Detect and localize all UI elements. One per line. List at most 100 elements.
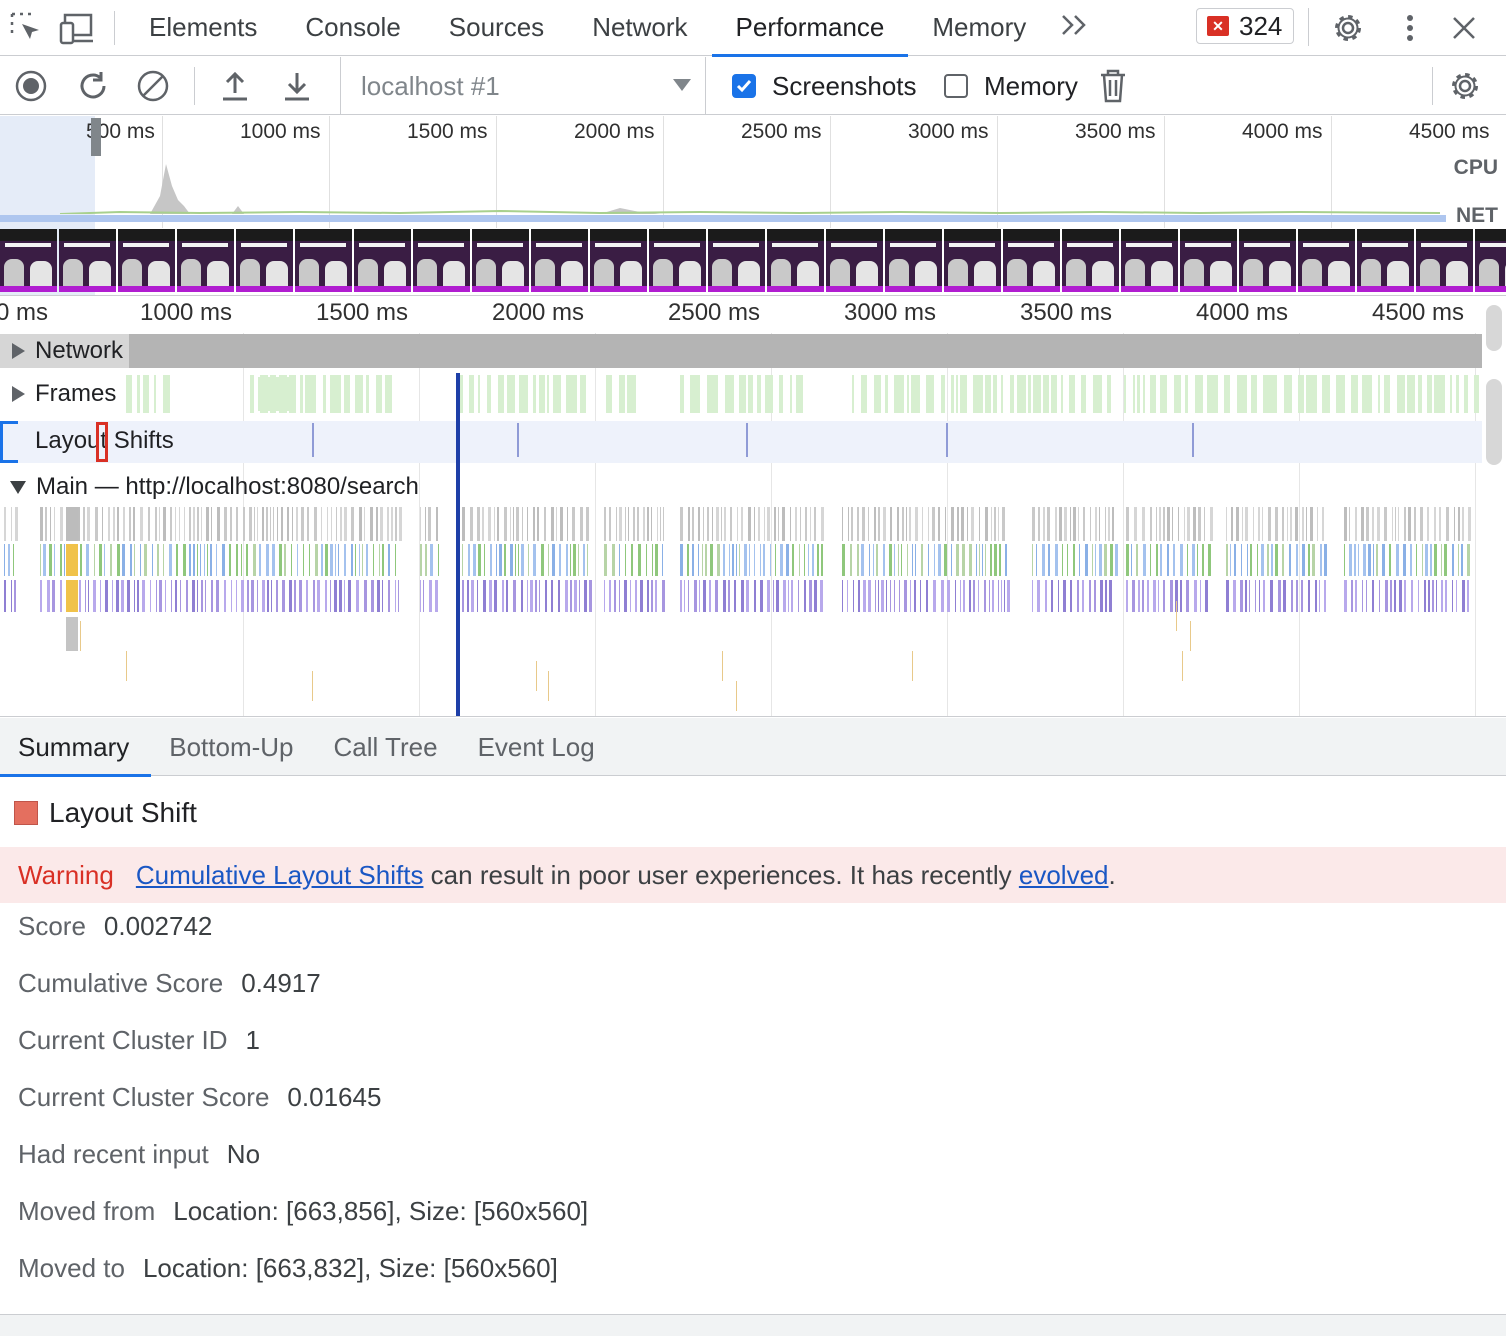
flame-task[interactable] (736, 544, 737, 576)
flame-task[interactable] (348, 580, 351, 612)
frame-block[interactable] (1061, 375, 1063, 413)
flame-task[interactable] (991, 507, 992, 541)
flame-task[interactable] (1349, 544, 1352, 576)
flame-task[interactable] (1462, 580, 1465, 612)
flame-task[interactable] (625, 507, 626, 541)
flame-task[interactable] (43, 544, 46, 576)
frame-block[interactable] (1143, 375, 1145, 413)
flame-task[interactable] (609, 507, 611, 541)
flame-task[interactable] (1105, 580, 1107, 612)
flame-task[interactable] (425, 507, 426, 541)
flame-task[interactable] (715, 580, 718, 612)
flame-task[interactable] (40, 544, 41, 576)
flame-task[interactable] (651, 507, 652, 541)
flame-task[interactable] (388, 580, 390, 612)
screenshot-thumbnail[interactable] (472, 229, 529, 292)
flame-task[interactable] (1067, 544, 1068, 576)
flame-task[interactable] (945, 507, 946, 541)
flame-task[interactable] (477, 580, 478, 612)
flame-task[interactable] (236, 544, 238, 576)
flame-task[interactable] (527, 580, 528, 612)
frame-block[interactable] (874, 375, 881, 413)
flame-task[interactable] (85, 580, 86, 612)
flame-task[interactable] (344, 580, 345, 612)
flame-task[interactable] (462, 580, 464, 612)
flame-task[interactable] (853, 580, 854, 612)
flame-task[interactable] (236, 580, 237, 612)
flame-task[interactable] (470, 507, 473, 541)
frame-block[interactable] (1001, 375, 1003, 413)
flame-task[interactable] (1355, 507, 1357, 541)
flame-task[interactable] (243, 507, 245, 541)
flame-task[interactable] (1287, 507, 1288, 541)
layout-shift-marker[interactable] (312, 423, 314, 457)
flame-task[interactable] (488, 507, 491, 541)
flame-task[interactable] (1240, 580, 1243, 612)
flame-task[interactable] (782, 507, 785, 541)
flame-task[interactable] (951, 507, 954, 541)
flame-task[interactable] (957, 507, 959, 541)
flame-task[interactable] (224, 580, 226, 612)
flame-task[interactable] (894, 544, 895, 576)
flame-task[interactable] (1094, 580, 1096, 612)
flame-task[interactable] (1291, 580, 1293, 612)
flame-task[interactable] (920, 580, 921, 612)
flame-task[interactable] (770, 544, 771, 576)
flame-task[interactable] (1202, 544, 1204, 576)
screenshots-checkbox[interactable]: Screenshots (732, 57, 917, 115)
flame-task[interactable] (1142, 580, 1144, 612)
flame-task[interactable] (127, 580, 130, 612)
tab-sources[interactable]: Sources (425, 0, 568, 56)
flame-task[interactable] (1372, 507, 1374, 541)
frame-block[interactable] (941, 375, 945, 413)
flame-task[interactable] (64, 544, 65, 576)
frame-block[interactable] (960, 375, 967, 413)
flame-task[interactable] (40, 580, 42, 612)
flame-task[interactable] (710, 544, 713, 576)
flame-task[interactable] (1055, 507, 1057, 541)
frame-block[interactable] (289, 375, 296, 413)
screenshot-thumbnail[interactable] (1180, 229, 1237, 292)
flame-task[interactable] (567, 507, 568, 541)
flame-task[interactable] (216, 544, 217, 576)
flame-task[interactable] (1142, 507, 1145, 541)
flame-task[interactable] (88, 580, 89, 612)
flame-task[interactable] (518, 544, 519, 576)
flame-task[interactable] (712, 507, 713, 541)
tab-console[interactable]: Console (281, 0, 424, 56)
flame-task[interactable] (1398, 507, 1399, 541)
flame-task[interactable] (1110, 544, 1113, 576)
flame-task[interactable] (944, 544, 947, 576)
frame-block[interactable] (1450, 375, 1452, 413)
flame-task[interactable] (271, 580, 272, 612)
frame-block[interactable] (330, 375, 341, 413)
frame-block[interactable] (1185, 375, 1188, 413)
flame-task[interactable] (52, 580, 55, 612)
flame-task[interactable] (47, 580, 50, 612)
flame-task[interactable] (489, 580, 492, 612)
flame-task[interactable] (1385, 580, 1388, 612)
flame-task[interactable] (513, 507, 514, 541)
flame-task[interactable] (184, 507, 185, 541)
frame-block[interactable] (366, 375, 369, 413)
tab-network[interactable]: Network (568, 0, 711, 56)
flame-task[interactable] (530, 580, 533, 612)
clear-icon[interactable] (126, 57, 180, 115)
flame-task[interactable] (14, 580, 16, 612)
flame-task[interactable] (312, 671, 313, 701)
flame-task[interactable] (159, 507, 160, 541)
flame-task[interactable] (584, 580, 587, 612)
flame-task[interactable] (338, 544, 339, 576)
flame-task[interactable] (574, 580, 577, 612)
frame-block[interactable] (680, 375, 684, 413)
network-track[interactable] (0, 334, 1482, 368)
flame-task[interactable] (241, 544, 242, 576)
flame-task[interactable] (344, 544, 346, 576)
flame-task[interactable] (193, 544, 195, 576)
flame-task[interactable] (809, 580, 812, 612)
flame-task[interactable] (370, 507, 373, 541)
flame-task[interactable] (1042, 544, 1045, 576)
flame-task[interactable] (331, 507, 332, 541)
flame-task[interactable] (662, 580, 665, 612)
flame-task[interactable] (717, 544, 720, 576)
